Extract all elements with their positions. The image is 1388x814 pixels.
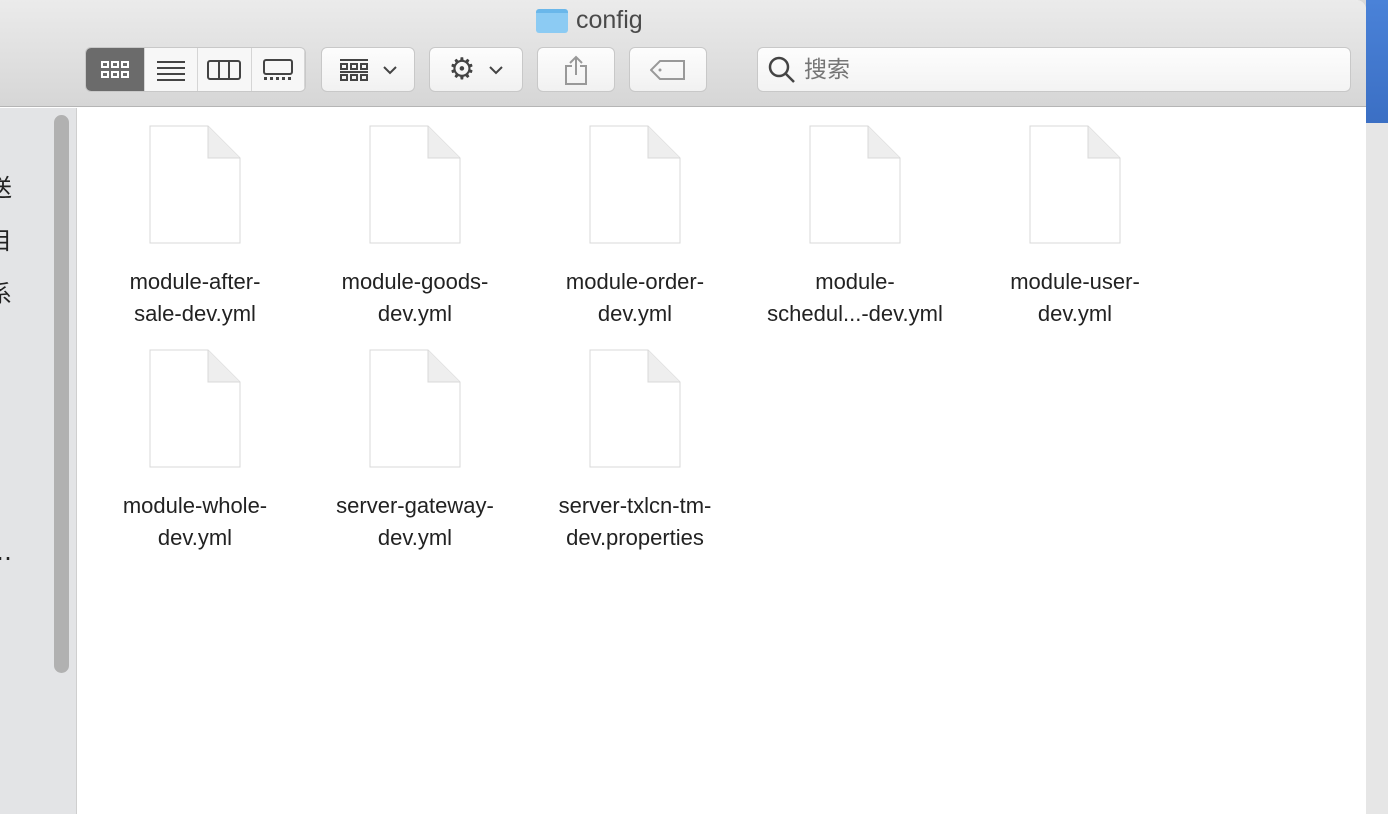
file-name-line: sale-dev.yml	[134, 301, 256, 326]
file-name-line: dev.yml	[1037, 301, 1113, 326]
search-icon	[768, 56, 795, 83]
document-icon	[149, 349, 241, 468]
column-view-button[interactable]	[198, 48, 252, 91]
gallery-view-button[interactable]	[252, 48, 305, 91]
icon-grid-icon	[100, 60, 129, 78]
share-button[interactable]	[537, 47, 615, 92]
sidebar-item[interactable]: 目	[0, 221, 12, 256]
file-name-line: dev.properties	[566, 525, 704, 550]
icon-view-button[interactable]	[86, 48, 145, 91]
folder-icon	[536, 8, 568, 33]
sidebar-scrollbar[interactable]	[54, 115, 69, 673]
window-title: config	[536, 6, 643, 35]
file-name: module-goods-dev.yml	[305, 266, 525, 330]
file-name-line: server-gateway-	[336, 493, 494, 518]
group-by-button[interactable]	[321, 47, 415, 92]
search-field[interactable]	[757, 47, 1351, 92]
file-item[interactable]: module-whole-dev.yml	[85, 349, 305, 554]
file-name: server-txlcn-tm-dev.properties	[525, 490, 745, 554]
document-icon	[589, 349, 681, 468]
columns-icon	[207, 59, 242, 80]
gear-icon: ⚙	[448, 53, 476, 86]
tags-button[interactable]	[629, 47, 707, 92]
file-name-line: module-goods-	[341, 269, 489, 294]
file-name-line: module-user-	[1010, 269, 1140, 294]
file-name-line: dev.yml	[597, 301, 673, 326]
file-name: module-whole-dev.yml	[85, 490, 305, 554]
file-item[interactable]: module-order-dev.yml	[525, 125, 745, 330]
file-item[interactable]: module-schedul...-dev.yml	[745, 125, 965, 330]
gallery-icon	[262, 58, 293, 80]
file-name: module-after-sale-dev.yml	[85, 266, 305, 330]
list-icon	[156, 60, 185, 81]
finder-window: config ⚙ 送 目 系 … module-after-sale-dev.y…	[0, 0, 1366, 814]
sidebar-item[interactable]: …	[0, 538, 12, 566]
file-item[interactable]: server-txlcn-tm-dev.properties	[525, 349, 745, 554]
file-name-line: module-	[815, 269, 895, 294]
file-name-line: dev.yml	[157, 525, 233, 550]
file-item[interactable]: module-goods-dev.yml	[305, 125, 525, 330]
document-icon	[369, 125, 461, 244]
file-name-line: dev.yml	[377, 525, 453, 550]
document-icon	[589, 125, 681, 244]
file-name-line: module-after-	[129, 269, 261, 294]
file-name-line: server-txlcn-tm-	[558, 493, 712, 518]
file-name-line: dev.yml	[377, 301, 453, 326]
file-name: module-schedul...-dev.yml	[745, 266, 965, 330]
sidebar-item[interactable]: 系	[0, 274, 12, 309]
search-input[interactable]	[804, 56, 1304, 83]
sidebar-item[interactable]: 送	[0, 168, 12, 203]
action-menu-button[interactable]: ⚙	[429, 47, 523, 92]
chevron-down-icon	[383, 65, 397, 74]
file-name: server-gateway-dev.yml	[305, 490, 525, 554]
document-icon	[369, 349, 461, 468]
file-name: module-order-dev.yml	[525, 266, 745, 330]
background-window	[1366, 0, 1388, 814]
document-icon	[1029, 125, 1121, 244]
group-grid-icon	[340, 58, 368, 81]
file-name-line: schedul...-dev.yml	[767, 301, 943, 326]
file-item[interactable]: module-user-dev.yml	[965, 125, 1185, 330]
chevron-down-icon	[489, 65, 504, 74]
document-icon	[809, 125, 901, 244]
window-title-text: config	[576, 6, 643, 34]
file-name: module-user-dev.yml	[965, 266, 1185, 330]
file-name-line: module-order-	[565, 269, 705, 294]
toolbar: config ⚙	[0, 0, 1366, 107]
tag-icon	[650, 59, 685, 80]
file-item[interactable]: module-after-sale-dev.yml	[85, 125, 305, 330]
share-icon	[565, 55, 587, 85]
file-name-line: module-whole-	[122, 493, 268, 518]
list-view-button[interactable]	[145, 48, 199, 91]
document-icon	[149, 125, 241, 244]
view-mode-segmented-control[interactable]	[85, 47, 306, 92]
file-item[interactable]: server-gateway-dev.yml	[305, 349, 525, 554]
